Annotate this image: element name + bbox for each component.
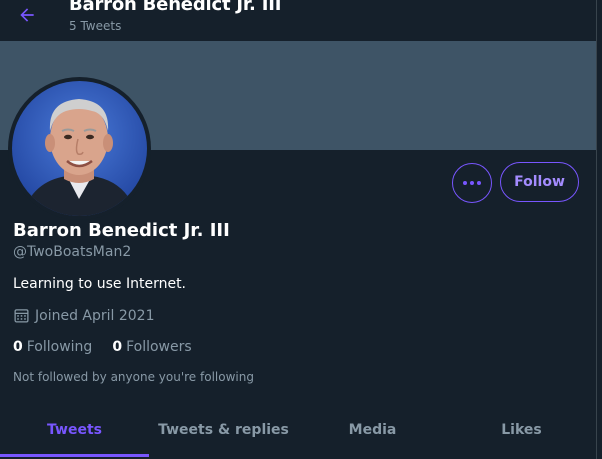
tab-tweets-and-replies[interactable]: Tweets & replies	[149, 403, 298, 457]
followers-link[interactable]: 0 Followers	[112, 339, 191, 355]
profile-tabs: Tweets Tweets & replies Media Likes	[0, 403, 596, 457]
profile-bio: Learning to use Internet.	[13, 276, 187, 292]
avatar[interactable]	[8, 77, 151, 220]
calendar-icon	[13, 307, 30, 324]
follow-counts: 0 Following 0 Followers	[13, 339, 192, 355]
tab-media[interactable]: Media	[298, 403, 447, 457]
not-followed-notice: Not followed by anyone you're following	[13, 370, 254, 384]
more-options-button[interactable]	[452, 163, 492, 203]
follow-button[interactable]: Follow	[500, 162, 579, 202]
tab-tweets[interactable]: Tweets	[0, 403, 149, 457]
following-link[interactable]: 0 Following	[13, 339, 92, 355]
following-count: 0	[13, 339, 23, 355]
back-button[interactable]	[10, 0, 44, 30]
profile-name: Barron Benedict Jr. III	[13, 220, 230, 241]
scrollbar-track[interactable]	[596, 0, 602, 459]
tweet-count: 5 Tweets	[69, 19, 122, 33]
followers-label: Followers	[126, 339, 192, 355]
profile-header: Barron Benedict Jr. III 5 Tweets	[0, 0, 602, 41]
joined-date: Joined April 2021	[13, 307, 155, 324]
following-label: Following	[26, 339, 93, 355]
profile-page: Barron Benedict Jr. III 5 Tweets Follow …	[0, 0, 602, 459]
followers-count: 0	[112, 339, 123, 355]
avatar-image	[12, 81, 147, 216]
joined-text: Joined April 2021	[35, 307, 155, 324]
profile-handle: @TwoBoatsMan2	[13, 244, 132, 260]
arrow-left-icon	[20, 8, 34, 22]
header-title: Barron Benedict Jr. III	[69, 0, 282, 15]
tab-likes[interactable]: Likes	[447, 403, 596, 457]
more-dots-icon	[463, 181, 481, 185]
